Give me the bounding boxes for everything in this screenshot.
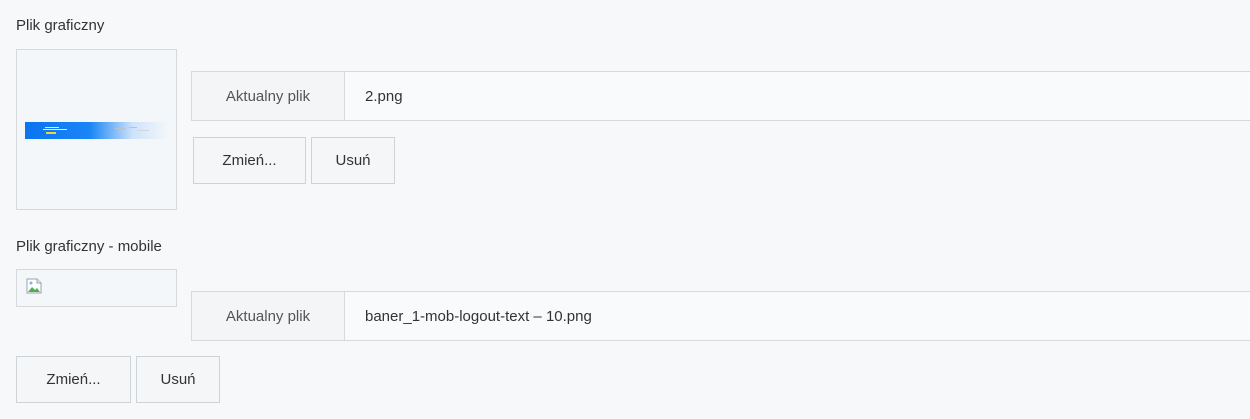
mobile-remove-file-button[interactable]: Usuń [136, 356, 220, 403]
change-file-button[interactable]: Zmień... [193, 137, 306, 184]
mobile-image-preview [16, 269, 177, 307]
mobile-current-file-label: Aktualny plik [192, 292, 345, 340]
broken-image-icon [26, 278, 42, 294]
current-file-value: 2.png [345, 72, 1250, 120]
image-field-label: Plik graficzny [16, 17, 105, 34]
mobile-current-file-value: baner_1-mob-logout-text – 10.png [345, 292, 1250, 340]
current-file-label: Aktualny plik [192, 72, 345, 120]
mobile-current-file-row: Aktualny plik baner_1-mob-logout-text – … [191, 291, 1250, 341]
banner-thumbnail [25, 122, 169, 139]
image-preview [16, 49, 177, 210]
current-file-row: Aktualny plik 2.png [191, 71, 1250, 121]
mobile-change-file-button[interactable]: Zmień... [16, 356, 131, 403]
remove-file-button[interactable]: Usuń [311, 137, 395, 184]
mobile-image-field-label: Plik graficzny - mobile [16, 238, 162, 255]
